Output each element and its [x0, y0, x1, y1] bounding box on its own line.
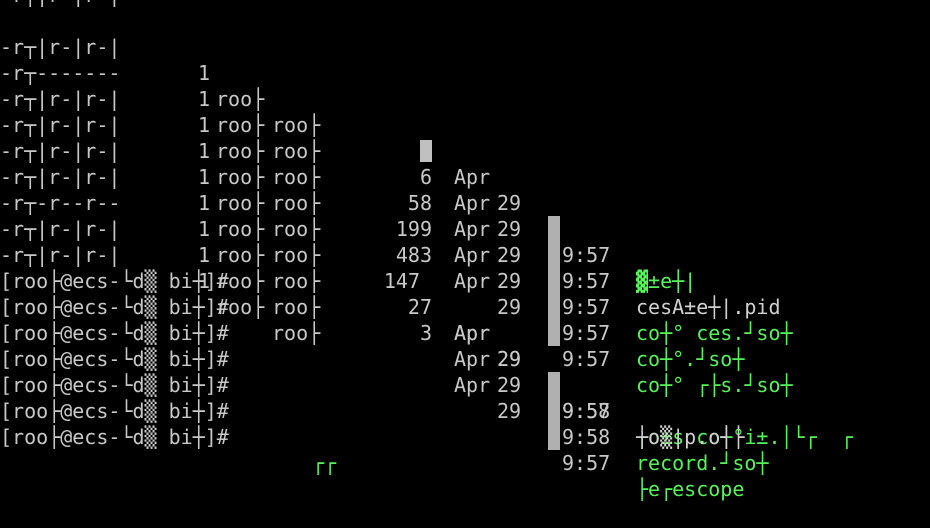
- column-highlight: [548, 216, 560, 242]
- row-group: roo├: [272, 191, 321, 215]
- row-group: roo├: [272, 139, 321, 163]
- prompt-line: [roo├@ecs-└d▒ bi┼]#: [0, 372, 229, 423]
- row-group: roo├: [272, 243, 321, 267]
- row-day: 29: [497, 217, 522, 241]
- listing-row: -r┬|r-|r-| 1 roo├ roo├ 3 Apr 29 9:58 rec…: [0, 190, 768, 475]
- row-filename: record.┘so┼: [636, 451, 769, 475]
- row-links: 1: [198, 217, 211, 241]
- shell-prompt: [roo├@ecs-└d▒ bi┼]#: [0, 425, 229, 449]
- column-highlight: [548, 294, 560, 320]
- input-residue: ┌┌: [312, 451, 337, 475]
- row-filename: co┼° ces.┘so┼: [636, 321, 793, 345]
- row-day: 29: [497, 191, 522, 215]
- row-links: 1: [198, 165, 211, 189]
- row-size: 483: [395, 243, 432, 267]
- row-filename: ▓±e┼|: [636, 269, 697, 293]
- row-time: 9:57: [562, 295, 611, 319]
- listing-row: -r┬|r-|r-| 1 roo├ roo├ 147 Apr 29 9:57 ┌…: [0, 138, 853, 449]
- row-month: Apr: [454, 165, 491, 189]
- listing-row: -r┬------- 1 roo├ roo├ 6 Apr 29 9:57 ces…: [0, 34, 781, 319]
- row-owner: roo├: [216, 113, 265, 137]
- row-time: 9:57: [562, 321, 611, 345]
- row-group: roo├: [272, 113, 321, 137]
- listing-row: -r┬|r-|r-| 1 roo├ roo├ Apr 29 9:57 ├e┌es…: [0, 216, 744, 501]
- column-highlight: [548, 320, 560, 346]
- row-month: Apr: [454, 347, 491, 371]
- row-day: 29: [497, 295, 522, 319]
- row-group: roo├: [272, 321, 321, 345]
- terminal-window[interactable]: -r┬|r-|r-| -r┬|r-|r-| 1 roo├ roo├ Apr 29…: [0, 0, 930, 501]
- column-highlight: [548, 398, 560, 424]
- prompt-line-active[interactable]: [roo├@ecs-└d▒ bi┼]# ┌┌: [0, 398, 336, 475]
- prompt-line: [roo├@ecs-└d▒ bi┼]#: [0, 268, 229, 319]
- row-time: 9:57: [562, 451, 611, 475]
- row-size: 58: [407, 191, 432, 215]
- row-size: 27: [407, 295, 432, 319]
- size-block-cursor: [420, 140, 432, 162]
- column-highlight: [548, 372, 560, 398]
- row-links: 1: [198, 139, 211, 163]
- row-links: 1: [198, 243, 211, 267]
- row-filename: co┼°.┘so┼: [636, 347, 745, 371]
- row-filename: ├e┌escope: [636, 477, 745, 501]
- row-filename: ┼o▒|p.o┤├: [636, 425, 745, 449]
- row-month: Apr: [454, 321, 491, 345]
- row-size: 147: [383, 269, 420, 293]
- listing-row: -r┬|r-|r-| 1 roo├ roo├ 58 Apr 29 9:57 co…: [0, 60, 793, 345]
- prompt-line: [roo├@ecs-└d▒ bi┼]#: [0, 242, 229, 293]
- row-size: 199: [395, 217, 432, 241]
- row-group: roo├: [272, 269, 321, 293]
- column-highlight: [548, 268, 560, 294]
- row-filename: co┼° ┌├s.┘so┼: [636, 373, 793, 397]
- row-links: 1: [198, 61, 211, 85]
- row-owner: roo├: [216, 217, 265, 241]
- row-day: 29: [497, 373, 522, 397]
- row-day: 29: [497, 399, 522, 423]
- row-month: Apr: [454, 269, 491, 293]
- row-owner: roo├: [216, 191, 265, 215]
- row-links: 1: [198, 87, 211, 111]
- row-group: roo├: [272, 217, 321, 241]
- prompt-line: [roo├@ecs-└d▒ bi┼]#: [0, 346, 229, 397]
- column-highlight: [548, 424, 560, 450]
- row-owner: roo├: [216, 87, 265, 111]
- row-links: 1: [198, 191, 211, 215]
- prompt-line: [roo├@ecs-└d▒ bi┼]#: [0, 294, 229, 345]
- row-time: 9:57: [562, 243, 611, 267]
- row-day: 29: [497, 243, 522, 267]
- prompt-line: [roo├@ecs-└d▒ bi┼]#: [0, 320, 229, 371]
- row-time: 9:57: [562, 347, 611, 371]
- row-owner: roo├: [216, 139, 265, 163]
- listing-row: -r┬|r-|r-| 1 roo├ roo├ Apr 29 9:57 ▓±e┼|: [0, 8, 696, 293]
- listing-row: -r┬-r--r-- 1 roo├ roo├ 27 Apr 29 9:58 ┼o…: [0, 164, 744, 449]
- listing-row: -r┬|r-|r-| 1 roo├ roo├ 483 Apr 29 9:57 c…: [0, 112, 793, 397]
- row-group: roo├: [272, 295, 321, 319]
- row-month: Apr: [454, 373, 491, 397]
- row-owner: roo├: [216, 165, 265, 189]
- row-month: Apr: [454, 191, 491, 215]
- row-owner: roo├: [216, 243, 265, 267]
- row-day: 29: [497, 347, 522, 371]
- listing-row: -r┬|r-|r-| 1 roo├ roo├ 199 Apr 29 9:57 c…: [0, 86, 744, 371]
- column-highlight: [548, 242, 560, 268]
- row-filename: cesA±e┼|.pid: [636, 295, 781, 319]
- row-group: roo├: [272, 165, 321, 189]
- row-size: 6: [419, 165, 432, 189]
- row-month: Apr: [454, 217, 491, 241]
- row-time: 9:58: [562, 399, 611, 423]
- row-links: 1: [198, 113, 211, 137]
- row-time: 9:57: [562, 269, 611, 293]
- row-time: 9:58: [562, 425, 611, 449]
- row-day: 29: [497, 269, 522, 293]
- row-size: 3: [419, 321, 432, 345]
- row-month: Apr: [454, 243, 491, 267]
